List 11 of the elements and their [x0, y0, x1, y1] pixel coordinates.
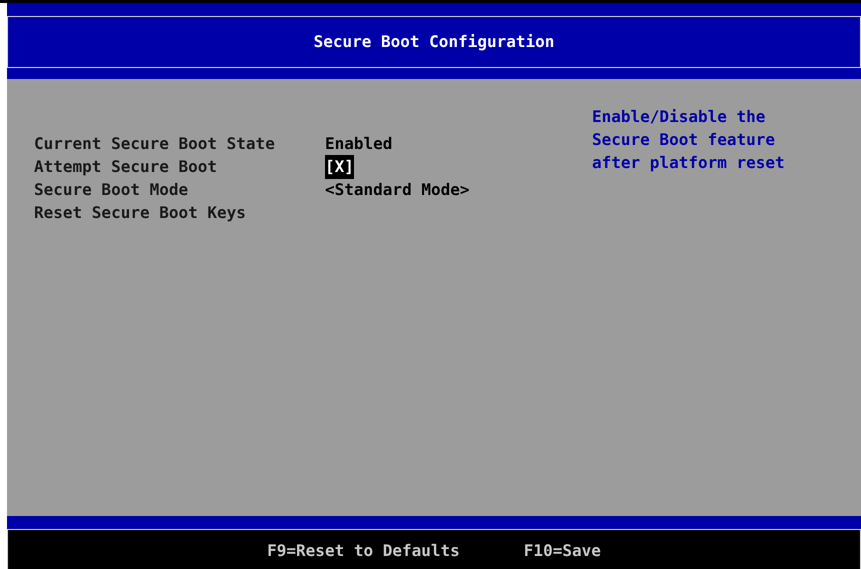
state-value: Enabled — [325, 132, 392, 154]
setting-label: Secure Boot Mode — [34, 178, 190, 200]
key-hint: F9=Reset to Defaults — [267, 540, 460, 562]
setting-label: Attempt Secure Boot — [34, 156, 218, 178]
screen-title: Secure Boot Configuration — [314, 31, 554, 53]
checkbox[interactable]: [X] — [325, 154, 354, 178]
setting-label[interactable]: Reset Secure Boot Keys — [34, 200, 325, 224]
option-value[interactable]: <Standard Mode> — [325, 178, 470, 202]
help-text: Enable/Disable the Secure Boot feature after platform reset — [592, 106, 786, 174]
key-hint: F10=Save — [524, 540, 601, 562]
setting-label: Current Secure Boot State — [34, 132, 276, 154]
